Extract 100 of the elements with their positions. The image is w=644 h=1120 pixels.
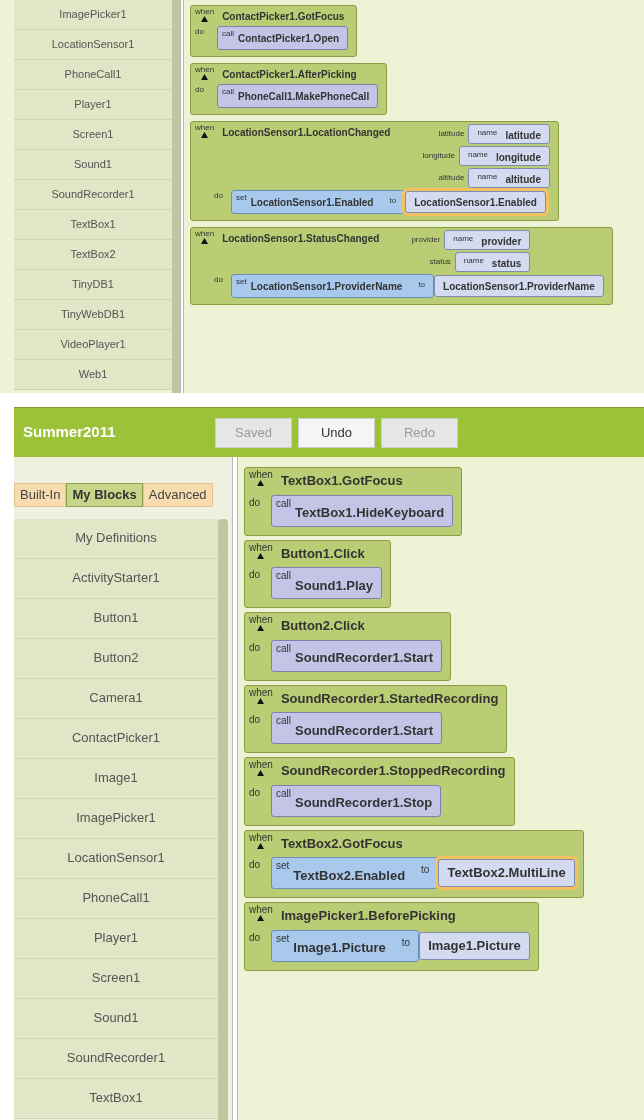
sidebar-item[interactable]: ContactPicker1	[14, 718, 218, 759]
block-name: TextBox2.Enabled	[293, 866, 406, 885]
collapse-triangle-icon[interactable]	[257, 915, 265, 921]
palette-tab[interactable]: Built-In	[14, 483, 67, 507]
parameter-name: latitude	[505, 129, 541, 143]
sidebar-item[interactable]: SoundRecorder1	[14, 1038, 218, 1079]
sidebar-item[interactable]: TinyWebDB1	[14, 300, 172, 330]
collapse-triangle-icon[interactable]	[257, 842, 265, 849]
collapse-triangle-icon[interactable]	[201, 238, 209, 244]
do-keyword: do	[248, 858, 262, 872]
sidebar-item[interactable]: Button1	[14, 598, 218, 639]
name-keyword: name	[453, 233, 474, 245]
block-name: ContactPicker1.Open	[238, 32, 340, 46]
parameter-name: longitude	[496, 151, 541, 165]
palette-tab[interactable]: My Blocks	[66, 483, 143, 507]
to-keyword: to	[401, 935, 411, 950]
collapse-triangle-icon[interactable]	[201, 16, 209, 22]
scrollbar[interactable]	[218, 518, 228, 1120]
sidebar-item[interactable]: Sound1	[14, 150, 172, 180]
collapse-triangle-icon[interactable]	[257, 480, 265, 486]
when-keyword: when	[195, 8, 215, 16]
do-keyword: do	[248, 713, 262, 727]
sidebar-item[interactable]: LocationSensor1	[14, 30, 172, 60]
sidebar-item[interactable]: SoundRecorder1	[14, 180, 172, 210]
call-keyword: call	[276, 496, 291, 509]
set-keyword: set	[276, 931, 290, 944]
collapse-triangle-icon[interactable]	[257, 770, 265, 776]
parameter-name: provider	[481, 235, 522, 249]
when-keyword: when	[249, 760, 273, 770]
sidebar-item[interactable]: PhoneCall1	[14, 878, 218, 919]
parameter-label: status	[429, 256, 451, 268]
event-name: LocationSensor1.StatusChanged	[222, 232, 380, 246]
collapse-triangle-icon[interactable]	[257, 625, 265, 631]
palette-tab[interactable]: Advanced	[142, 483, 213, 507]
sidebar-item[interactable]: Image1	[14, 758, 218, 799]
sidebar-item[interactable]: ActivityStarter1	[14, 558, 218, 599]
call-keyword: call	[276, 786, 291, 799]
block-name: SoundRecorder1.Start	[295, 721, 433, 740]
sidebar-item[interactable]: TextBox2	[14, 240, 172, 270]
sidebar-item[interactable]: Sound1	[14, 998, 218, 1039]
do-keyword: do	[194, 84, 205, 96]
when-keyword: when	[249, 687, 273, 698]
when-keyword: when	[249, 905, 273, 915]
sidebar-item[interactable]: Screen1	[14, 120, 172, 150]
block-name: TextBox1.HideKeyboard	[295, 504, 445, 522]
when-keyword: when	[195, 124, 215, 132]
when-keyword: when	[249, 615, 273, 625]
sidebar-item[interactable]: TextBox1	[14, 210, 172, 240]
when-keyword: when	[249, 832, 273, 843]
when-keyword: when	[249, 542, 273, 553]
when-keyword: when	[249, 470, 273, 480]
set-keyword: set	[236, 276, 247, 286]
to-keyword: to	[389, 195, 397, 207]
event-name: TextBox2.GotFocus	[280, 834, 403, 853]
parameter-name: status	[491, 257, 522, 271]
do-keyword: do	[248, 785, 262, 800]
event-name: ContactPicker1.GotFocus	[222, 10, 345, 24]
event-name: Button2.Click	[280, 617, 365, 635]
sidebar-item[interactable]: ImagePicker1	[14, 0, 172, 30]
sidebar-item[interactable]: Web1	[14, 360, 172, 390]
collapse-triangle-icon[interactable]	[257, 697, 265, 704]
do-keyword: do	[213, 190, 224, 202]
sidebar-item[interactable]: Button2	[14, 638, 218, 679]
toolbar-button[interactable]: Undo	[298, 417, 375, 448]
collapse-triangle-icon[interactable]	[201, 74, 209, 80]
collapse-triangle-icon[interactable]	[257, 552, 265, 559]
sidebar-item[interactable]: My Definitions	[14, 518, 218, 559]
event-name: ContactPicker1.AfterPicking	[222, 68, 357, 82]
sidebar-item[interactable]: TextBox1	[14, 1078, 218, 1119]
call-keyword: call	[276, 714, 291, 726]
name-keyword: name	[467, 149, 488, 161]
parameter-label: latitude	[438, 128, 465, 140]
call-keyword: call	[222, 86, 234, 96]
sidebar-item[interactable]: PhoneCall1	[14, 60, 172, 90]
event-name: SoundRecorder1.StartedRecording	[280, 689, 499, 708]
name-keyword: name	[463, 255, 484, 267]
sidebar-item[interactable]: TinyDB1	[14, 270, 172, 300]
sidebar-item[interactable]: Player1	[14, 918, 218, 959]
do-keyword: do	[194, 26, 205, 38]
event-name: Button1.Click	[280, 544, 365, 563]
sidebar-item[interactable]: VideoPlayer1	[14, 330, 172, 360]
block-name: TextBox2.MultiLine	[447, 864, 566, 883]
scrollbar[interactable]	[172, 0, 180, 393]
set-keyword: set	[236, 192, 247, 202]
block-name: Image1.Picture	[428, 936, 521, 955]
set-keyword: set	[276, 859, 290, 871]
do-keyword: do	[248, 568, 262, 582]
when-keyword: when	[195, 230, 215, 238]
block-name: SoundRecorder1.Stop	[295, 794, 433, 812]
sidebar-item[interactable]: Player1	[14, 90, 172, 120]
do-keyword: do	[248, 495, 262, 510]
event-name: ImagePicker1.BeforePicking	[280, 907, 456, 925]
event-name: LocationSensor1.LocationChanged	[222, 126, 391, 140]
collapse-triangle-icon[interactable]	[201, 132, 209, 138]
event-name: SoundRecorder1.StoppedRecording	[280, 762, 506, 780]
sidebar-item[interactable]: LocationSensor1	[14, 838, 218, 879]
sidebar-item[interactable]: Screen1	[14, 958, 218, 999]
call-keyword: call	[276, 569, 291, 581]
sidebar-item[interactable]: ImagePicker1	[14, 798, 218, 839]
sidebar-item[interactable]: Camera1	[14, 678, 218, 719]
